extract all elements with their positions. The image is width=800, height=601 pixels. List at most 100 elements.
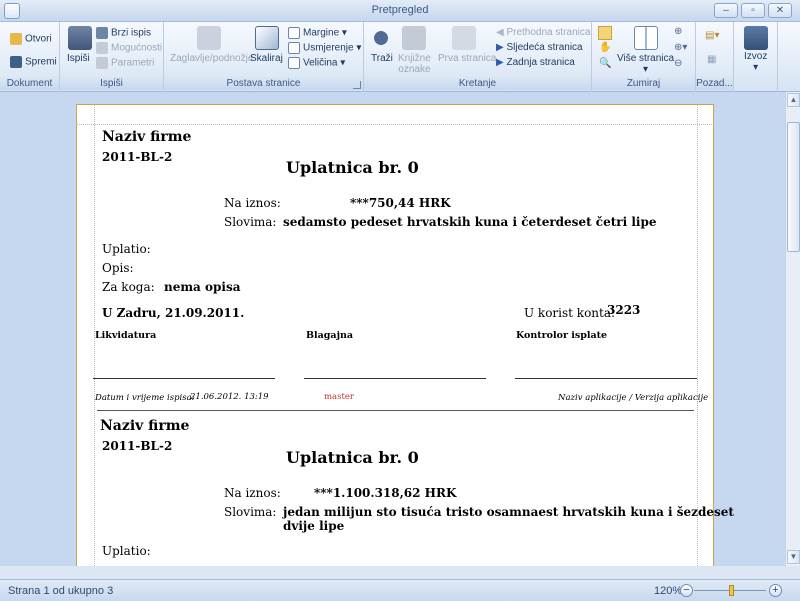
document-area[interactable]: Naziv firme 2011-BL-2 Uplatnica br. 0 Na…	[0, 92, 785, 566]
ispisi-button[interactable]: Ispiši	[67, 53, 90, 64]
group-dokument: Otvori Spremi Dokument	[0, 22, 60, 92]
header-footer-icon	[197, 26, 221, 50]
printer-icon[interactable]	[68, 26, 92, 50]
hand-icon[interactable]: ✋	[599, 42, 611, 53]
usmjerenje-button[interactable]: Usmjerenje ▾	[288, 42, 361, 54]
page-count: Strana 1 od ukupno 3	[8, 585, 114, 597]
signature-line	[93, 378, 275, 379]
zoom-slider-thumb[interactable]	[729, 585, 734, 596]
signature-label-blagajna: Blagajna	[306, 330, 354, 341]
zoom-in-button[interactable]: +	[769, 584, 782, 597]
bookmarks-icon	[402, 26, 426, 50]
group-izvoz: Izvoz ▾	[734, 22, 778, 92]
vertical-scrollbar[interactable]: ▲ ▼	[785, 92, 800, 566]
scroll-thumb[interactable]	[787, 122, 800, 252]
vise-stranica-button[interactable]: Više stranica ▾	[617, 53, 674, 75]
opis-label: Opis:	[102, 261, 134, 275]
iznos-label: Na iznos:	[224, 196, 281, 210]
quick-print-icon	[96, 27, 108, 39]
konto-value: 3223	[607, 303, 641, 317]
firm-name: Naziv firme	[100, 418, 190, 434]
scale-icon[interactable]	[255, 26, 279, 50]
first-page-icon	[452, 26, 476, 50]
page-size-icon	[288, 57, 300, 69]
place-date: U Zadru, 21.09.2011.	[102, 306, 245, 320]
window-title: Pretpregled	[371, 4, 429, 16]
export-icon[interactable]	[744, 26, 768, 50]
zoom-out-button[interactable]: −	[680, 584, 693, 597]
zadnja-stranica-button[interactable]: ▶ Zadnja stranica	[496, 57, 575, 68]
ribbon: Otvori Spremi Dokument Ispiši Brzi ispis…	[0, 22, 800, 92]
knjizne-oznake-button[interactable]: Knjižne oznake	[398, 53, 431, 75]
group-label-postava: Postava stranice	[164, 77, 363, 90]
signature-label-likvidatura: Likvidatura	[95, 330, 157, 341]
group-postava-stranice: Zaglavlje/podnožje Skaliraj Margine ▾ Us…	[164, 22, 364, 92]
mogucnosti-button[interactable]: Mogućnosti	[96, 42, 162, 54]
uplatio-label: Uplatio:	[102, 544, 151, 558]
skaliraj-button[interactable]: Skaliraj	[250, 53, 283, 64]
zoom-out-icon[interactable]: ⊖	[674, 58, 682, 69]
zaglavlje-podnozje-button[interactable]: Zaglavlje/podnožje	[170, 53, 253, 64]
signature-line	[515, 378, 697, 379]
pointer-icon[interactable]	[598, 26, 612, 40]
otvori-button[interactable]: Otvori	[10, 33, 52, 45]
parametri-button[interactable]: Parametri	[96, 57, 154, 69]
margine-button[interactable]: Margine ▾	[288, 27, 347, 39]
group-ispisi: Ispiši Brzi ispis Mogućnosti Parametri I…	[60, 22, 164, 92]
zoom-tool-icon[interactable]: 🔍	[599, 58, 611, 69]
slip-title: Uplatnica br. 0	[286, 158, 419, 177]
footer-datetime-label: Datum i vrijeme ispisa:	[95, 393, 195, 403]
slip-title: Uplatnica br. 0	[286, 448, 419, 467]
signature-line	[304, 378, 486, 379]
prva-stranica-button[interactable]: Prva stranica	[438, 53, 496, 64]
spremi-button[interactable]: Spremi	[10, 56, 57, 68]
binoculars-icon[interactable]	[369, 26, 393, 50]
page-color-icon[interactable]: ▤▾	[705, 30, 719, 41]
zoom-level: 120%	[654, 585, 683, 597]
slovima-value-line2: dvije lipe	[283, 519, 345, 533]
firm-name: Naziv firme	[102, 129, 192, 145]
group-label-pozadina: Pozad...	[696, 77, 733, 90]
scroll-down-icon[interactable]: ▼	[787, 550, 800, 564]
signature-label-kontrolor: Kontrolor isplate	[516, 330, 608, 341]
dialog-launcher-icon[interactable]	[353, 81, 361, 89]
group-label-kretanje: Kretanje	[364, 77, 591, 90]
parameters-icon	[96, 57, 108, 69]
zoom-dropdown-icon[interactable]: ⊕▾	[674, 42, 687, 53]
restore-button[interactable]: ▫	[741, 3, 765, 18]
za-koga-value: nema opisa	[164, 280, 241, 294]
group-label-zumiraj: Zumiraj	[592, 77, 695, 90]
group-label-dokument: Dokument	[0, 77, 59, 90]
slip-separator	[97, 410, 694, 411]
document-code: 2011-BL-2	[102, 439, 173, 453]
trazi-button[interactable]: Traži	[371, 53, 393, 64]
brzi-ispis-button[interactable]: Brzi ispis	[96, 27, 151, 39]
minimize-button[interactable]: –	[714, 3, 738, 18]
folder-icon	[10, 33, 22, 45]
slovima-value-line1: jedan milijun sto tisuća tristo osamnaes…	[283, 505, 734, 519]
konto-label: U korist konta:	[524, 306, 616, 320]
iznos-value: ***1.100.318,62 HRK	[314, 486, 457, 500]
margin-guide-top	[76, 124, 714, 125]
margins-icon	[288, 27, 300, 39]
za-koga-label: Za koga:	[102, 280, 155, 294]
sljedeca-stranica-button[interactable]: ▶ Sljedeća stranica	[496, 42, 583, 53]
close-button[interactable]: ✕	[768, 3, 792, 18]
group-label-ispisi: Ispiši	[60, 77, 163, 90]
prethodna-stranica-button[interactable]: ◀ Prethodna stranica	[496, 27, 590, 38]
save-icon	[10, 56, 22, 68]
footer-datetime: 21.06.2012. 13:19	[190, 392, 269, 402]
document-code: 2011-BL-2	[102, 150, 173, 164]
zoom-in-icon[interactable]: ⊕	[674, 26, 682, 37]
slovima-label: Slovima:	[224, 215, 277, 229]
slovima-value: sedamsto pedeset hrvatskih kuna i četerd…	[283, 215, 657, 229]
scroll-up-icon[interactable]: ▲	[787, 93, 800, 107]
options-icon	[96, 42, 108, 54]
velicina-button[interactable]: Veličina ▾	[288, 57, 345, 69]
footer-app-version: Naziv aplikacije / Verzija aplikacije	[558, 393, 709, 403]
watermark-icon[interactable]: ▦	[707, 54, 716, 65]
next-arrow-icon: ▶	[496, 42, 507, 53]
izvoz-button[interactable]: Izvoz ▾	[744, 51, 767, 73]
title-bar: Pretpregled – ▫ ✕	[0, 0, 800, 22]
multiple-pages-icon[interactable]	[634, 26, 658, 50]
